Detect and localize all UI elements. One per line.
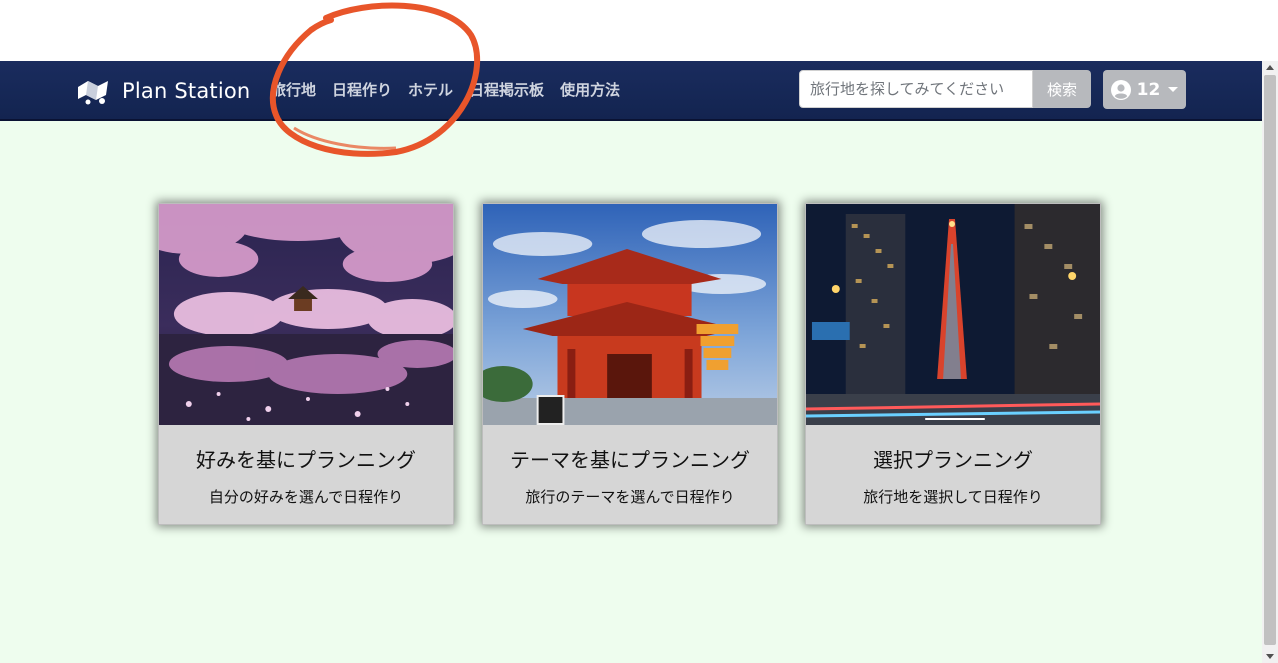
- brand[interactable]: Plan Station: [76, 75, 250, 107]
- scroll-down-icon[interactable]: [1266, 654, 1274, 659]
- card-theme-planning[interactable]: テーマを基にプランニング 旅行のテーマを選んで日程作り: [482, 203, 778, 525]
- card-description: 自分の好みを選んで日程作り: [208, 488, 404, 506]
- navbar: Plan Station 旅行地 日程作り ホテル 日程掲示板 使用方法 検索 …: [0, 61, 1262, 121]
- nav-links: 旅行地 日程作り ホテル 日程掲示板 使用方法: [271, 79, 636, 100]
- page-top-area: [0, 0, 1278, 61]
- brand-name: Plan Station: [122, 79, 251, 103]
- card-preference-planning[interactable]: 好みを基にプランニング 自分の好みを選んで日程作り: [158, 203, 454, 525]
- user-menu-button[interactable]: 12: [1103, 70, 1186, 109]
- card-description: 旅行地を選択して日程作り: [863, 488, 1043, 506]
- card-title: テーマを基にプランニング: [510, 448, 750, 472]
- card-image-cherry-blossom: [159, 204, 453, 425]
- card-description: 旅行のテーマを選んで日程作り: [525, 488, 735, 506]
- user-count: 12: [1136, 79, 1161, 100]
- card-select-planning[interactable]: 選択プランニング 旅行地を選択して日程作り: [805, 203, 1101, 525]
- card-title: 好みを基にプランニング: [196, 448, 416, 472]
- scroll-up-icon[interactable]: [1266, 65, 1274, 70]
- nav-item-board[interactable]: 日程掲示板: [469, 79, 544, 100]
- chevron-down-icon: [1168, 87, 1179, 92]
- user-circle-icon: [1110, 79, 1131, 100]
- scroll-thumb[interactable]: [1264, 75, 1276, 645]
- search-input[interactable]: [799, 70, 1033, 108]
- map-logo-icon: [78, 81, 108, 105]
- card-title: 選択プランニング: [873, 448, 1033, 472]
- scrollbar[interactable]: [1262, 61, 1278, 663]
- card-image-red-temple: [483, 204, 777, 425]
- search-button[interactable]: 検索: [1033, 70, 1091, 108]
- card-image-tokyo-tower: [806, 204, 1100, 425]
- nav-item-destinations[interactable]: 旅行地: [271, 79, 316, 100]
- nav-item-itinerary[interactable]: 日程作り: [332, 79, 392, 100]
- nav-item-usage[interactable]: 使用方法: [560, 79, 620, 100]
- nav-item-hotel[interactable]: ホテル: [408, 79, 453, 100]
